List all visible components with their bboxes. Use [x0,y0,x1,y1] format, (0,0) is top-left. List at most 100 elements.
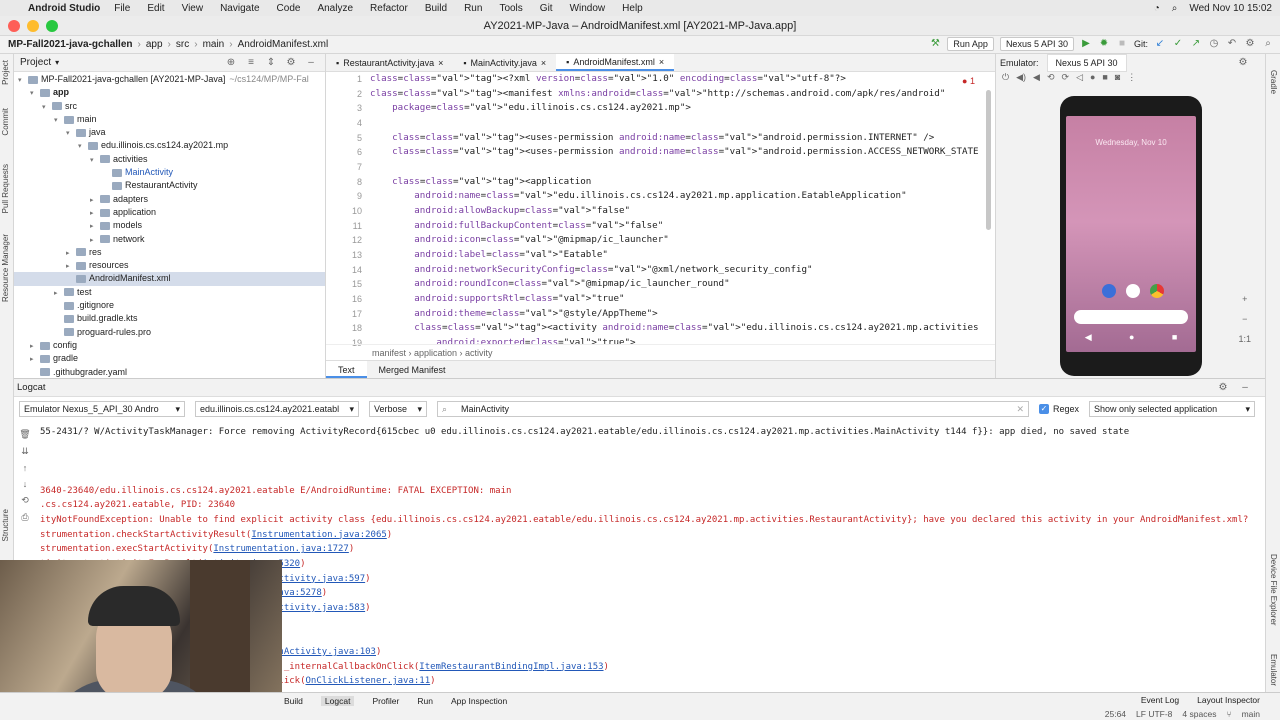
expand-arrow-icon[interactable]: ▾ [30,87,40,100]
tree-item[interactable]: ▸ application [14,206,325,219]
tree-item[interactable]: proguard-rules.pro [14,326,325,339]
expand-arrow-icon[interactable]: ▾ [78,140,88,153]
tree-item[interactable]: ▸ resources [14,259,325,272]
error-indicator[interactable]: ● 1 [962,76,975,86]
messages-icon[interactable] [1102,284,1116,298]
manifest-view-tab[interactable]: Text [326,361,367,378]
home-icon[interactable]: ● [1090,72,1095,88]
power-icon[interactable]: ⏻ [1002,72,1009,88]
device-filter-select[interactable]: Emulator Nexus_5_API_30 Andro ▾ [19,401,185,417]
tool-tab-emulator[interactable]: Emulator [1269,654,1278,686]
tree-item[interactable]: ▾ activities [14,153,325,166]
tree-item[interactable]: AndroidManifest.xml [14,272,325,286]
tree-item[interactable]: ▸ network [14,233,325,246]
run-config-select[interactable]: Run App [947,37,994,51]
volume-up-icon[interactable]: ◀) [1016,72,1026,88]
menu-help[interactable]: Help [622,3,643,14]
emulator-device-tab[interactable]: Nexus 5 API 30 [1046,54,1127,72]
tree-item[interactable]: ▾ MP-Fall2021-java-gchallen [AY2021-MP-Ja… [14,73,325,86]
more-icon[interactable]: ⋮ [1127,72,1136,88]
editor-scrollbar[interactable] [986,90,991,230]
expand-arrow-icon[interactable]: ▾ [18,74,28,87]
close-tab-icon[interactable]: × [541,54,546,72]
file-encoding[interactable]: LF UTF-8 [1136,709,1172,719]
menu-code[interactable]: Code [277,3,301,14]
debug-icon[interactable]: ✹ [1098,38,1110,50]
undo-icon[interactable]: ↶ [1226,38,1238,50]
minimize-window-button[interactable] [27,20,39,32]
xml-crumb[interactable]: application [414,348,457,358]
expand-arrow-icon[interactable]: ▾ [54,114,64,127]
menu-refactor[interactable]: Refactor [370,3,408,14]
tree-item[interactable]: ▸ adapters [14,193,325,206]
gear-icon[interactable]: ⚙ [1237,57,1249,69]
stack-trace-link[interactable]: ItemRestaurantBindingImpl.java:153 [419,662,603,672]
tool-tab-gradle[interactable]: Gradle [1269,70,1278,94]
down-arrow-icon[interactable]: ↓ [23,479,28,489]
locate-icon[interactable]: ⊕ [225,57,237,69]
stack-trace-link[interactable]: OnClickListener.java:11 [306,676,431,686]
close-tab-icon[interactable]: × [659,53,664,71]
menu-run[interactable]: Run [464,3,482,14]
menu-edit[interactable]: Edit [147,3,164,14]
tool-tab-run[interactable]: Run [417,696,433,706]
stack-trace-link[interactable]: Instrumentation.java:2065 [251,530,386,540]
back-icon[interactable]: ◁ [1076,72,1083,88]
home-icon[interactable]: ● [1129,332,1134,343]
tree-item[interactable]: ▾ main [14,113,325,126]
tree-item[interactable]: ▾ src [14,100,325,113]
expand-arrow-icon[interactable]: ▾ [42,101,52,114]
clear-log-icon[interactable]: 🗑 [19,429,30,440]
code-editor[interactable]: class=class="val">"tag"><?xml version=cl… [370,72,980,344]
regex-checkbox[interactable]: ✓ Regex [1039,404,1079,414]
google-search-bar[interactable] [1074,310,1188,324]
breadcrumb-item[interactable]: AndroidManifest.xml [238,39,329,50]
chrome-icon[interactable] [1150,284,1164,298]
zoom-window-button[interactable] [46,20,58,32]
menu-git[interactable]: Git [540,3,553,14]
expand-arrow-icon[interactable]: ▸ [66,247,76,260]
package-filter-select[interactable]: edu.illinois.cs.cs124.ay2021.eatabl ▾ [195,401,359,417]
tool-tab-device-file-explorer[interactable]: Device File Explorer [1269,554,1278,626]
git-update-icon[interactable]: ↙ [1154,38,1166,50]
expand-arrow-icon[interactable]: ▸ [90,234,100,247]
up-arrow-icon[interactable]: ↑ [23,463,28,473]
expand-arrow-icon[interactable]: ▸ [90,194,100,207]
zoom-out-icon[interactable]: − [1242,314,1247,324]
tool-tab-resource-manager[interactable]: Resource Manager [1,234,10,302]
breadcrumb-item[interactable]: MP-Fall2021-java-gchallen [8,39,133,50]
play-store-icon[interactable] [1126,284,1140,298]
hide-icon[interactable]: – [305,57,317,69]
manifest-view-tab[interactable]: Merged Manifest [367,361,458,378]
xml-crumb[interactable]: manifest [372,348,406,358]
expand-icon[interactable]: ⇕ [265,57,277,69]
zoom-in-icon[interactable]: + [1242,294,1247,304]
camera-icon[interactable]: ◙ [1115,72,1120,88]
tree-item[interactable]: ▸ gradle [14,352,325,365]
chevron-down-icon[interactable]: ▾ [55,58,59,67]
tool-tab-event-log[interactable]: Event Log [1141,695,1179,705]
tree-item[interactable]: ▾ java [14,126,325,139]
cursor-position[interactable]: 25:64 [1105,709,1126,719]
gear-icon[interactable]: ⚙ [1217,382,1229,394]
restart-icon[interactable]: ⟲ [21,495,29,506]
search-icon[interactable]: ⌕ [1172,3,1178,14]
tool-tab-build[interactable]: Build [284,696,303,706]
git-commit-icon[interactable]: ✓ [1172,38,1184,50]
tree-item[interactable]: RestaurantActivity [14,179,325,192]
tool-tab-project[interactable]: Project [1,60,10,85]
indent-setting[interactable]: 4 spaces [1182,709,1216,719]
recents-icon[interactable]: ■ [1172,332,1177,343]
expand-arrow-icon[interactable]: ▸ [90,220,100,233]
stack-trace-link[interactable]: Instrumentation.java:1727 [213,544,348,554]
volume-down-icon[interactable]: ◀ [1033,72,1040,88]
rotate-left-icon[interactable]: ⟲ [1047,72,1055,88]
editor-tab[interactable]: ▪ RestaurantActivity.java × [326,54,453,71]
tree-item[interactable]: ▸ res [14,246,325,259]
history-icon[interactable]: ◷ [1208,38,1220,50]
tree-item[interactable]: ▸ test [14,286,325,299]
stop-icon[interactable]: ■ [1116,38,1128,50]
menu-view[interactable]: View [182,3,204,14]
tree-item[interactable]: ▾ app [14,86,325,99]
menu-file[interactable]: File [114,3,130,14]
